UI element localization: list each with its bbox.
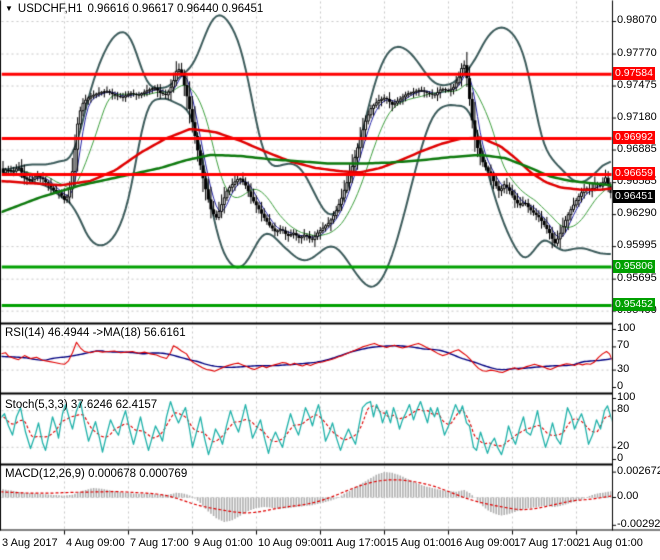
- stoch-indicator-label: Stoch(5,3,3) 37.6246 62.4157: [5, 399, 158, 411]
- chart-window: ▼ USDCHF,H1 0.96616 0.96617 0.96440 0.96…: [0, 0, 660, 560]
- symbol-period-label: USDCHF,H1: [17, 3, 83, 15]
- macd-indicator-label: MACD(12,26,9) 0.000678 0.000769: [5, 468, 188, 480]
- rsi-indicator-label: RSI(14) 46.4944 ->MA(18) 56.6161: [5, 327, 186, 339]
- symbol-dropdown-icon[interactable]: ▼: [5, 4, 13, 14]
- ohlc-values-label: 0.96616 0.96617 0.96440 0.96451: [87, 3, 264, 15]
- chart-title: ▼ USDCHF,H1 0.96616 0.96617 0.96440 0.96…: [5, 3, 263, 15]
